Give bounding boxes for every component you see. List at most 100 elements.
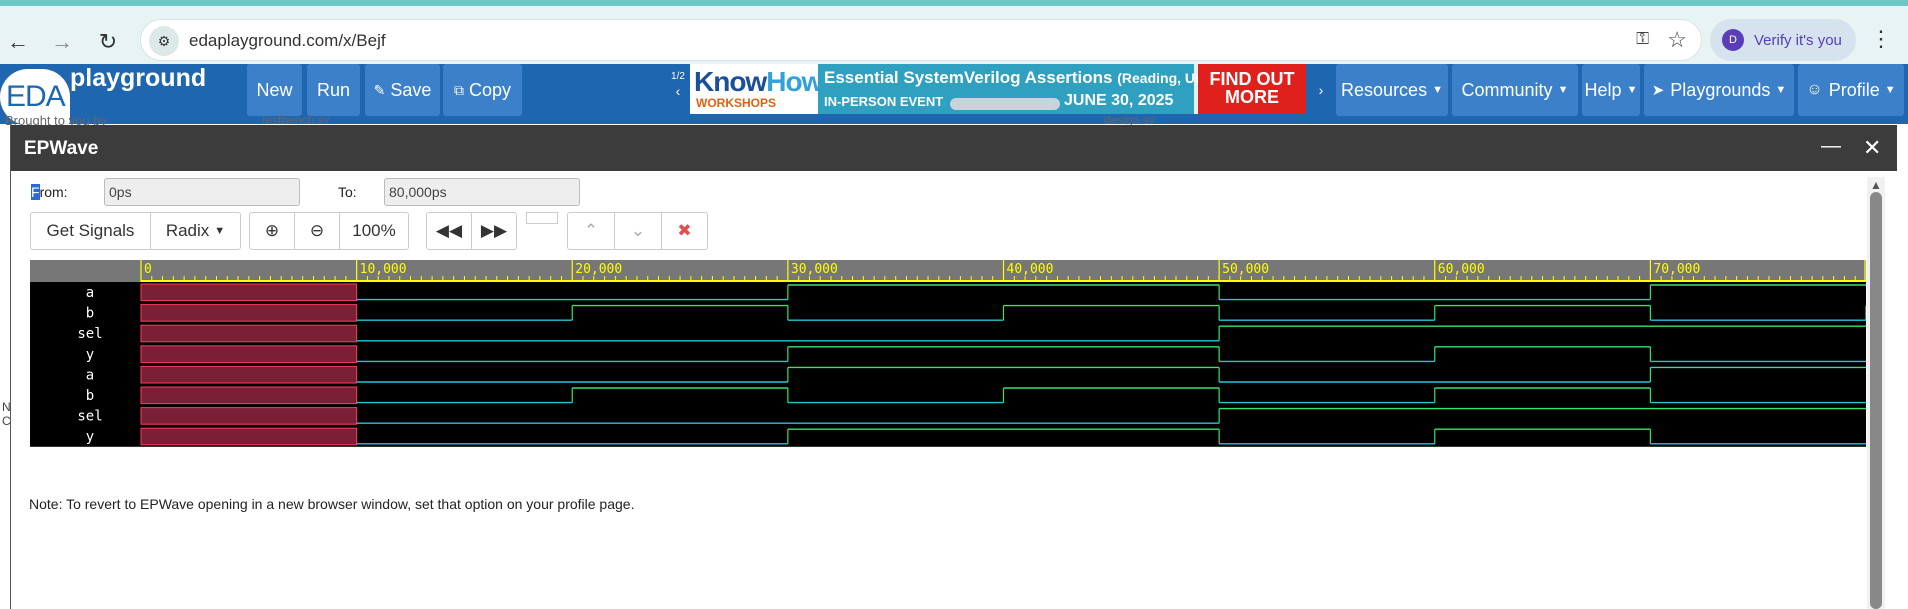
avatar: D xyxy=(1722,29,1744,51)
from-time-input[interactable] xyxy=(104,178,300,206)
new-label: New xyxy=(256,79,293,100)
to-label: To: xyxy=(338,184,357,200)
signal-undefined-region xyxy=(140,365,358,384)
logo-how: How xyxy=(766,66,823,97)
signal-undefined-region xyxy=(140,345,358,363)
signal-undefined-region xyxy=(140,283,358,302)
ruler-tick-label: 50,000 xyxy=(1222,262,1269,277)
signal-undefined-region xyxy=(140,324,358,343)
caret-down-icon: ▼ xyxy=(1626,84,1638,96)
scrollbar-thumb[interactable] xyxy=(1870,192,1882,609)
epwave-header: EPWave — ✕ xyxy=(11,125,1897,171)
verify-profile-button[interactable]: D Verify it's you xyxy=(1710,19,1856,61)
url-text[interactable]: edaplayground.com/x/Bejf xyxy=(189,31,386,51)
banner-carousel-dots[interactable] xyxy=(950,98,1060,110)
verify-label: Verify it's you xyxy=(1754,31,1842,49)
get-signals-button[interactable]: Get Signals xyxy=(30,212,151,250)
save-button[interactable]: ✎ Save xyxy=(365,64,440,116)
back-arrow-icon[interactable]: ← xyxy=(0,24,36,60)
banner-prev-button[interactable]: 1/2 ‹ xyxy=(668,64,688,116)
forward-arrow-icon[interactable]: → xyxy=(44,24,80,60)
ruler-tick-label: 70,000 xyxy=(1653,262,1700,277)
profile-label: Profile xyxy=(1828,79,1880,100)
site-info-icon[interactable]: ⚙ xyxy=(149,26,179,56)
logo-know: Know xyxy=(694,66,767,97)
ruler-tick-label: 30,000 xyxy=(791,262,838,277)
scroll-up-icon[interactable]: ▲ xyxy=(1870,178,1882,192)
ruler-tick-label: 60,000 xyxy=(1438,262,1485,277)
remove-signal-button[interactable]: ✖ xyxy=(661,212,708,250)
browser-menu-icon[interactable]: ⋮ xyxy=(1870,26,1892,52)
run-label: Run xyxy=(316,79,351,100)
reload-icon[interactable]: ↻ xyxy=(90,24,126,60)
signal-name: b xyxy=(86,306,94,322)
caret-down-icon: ▼ xyxy=(1884,84,1896,96)
radix-dropdown[interactable]: Radix ▼ xyxy=(150,212,241,250)
user-circle-icon: ☺ xyxy=(1806,81,1823,98)
resources-menu[interactable]: Resources ▼ xyxy=(1336,64,1448,116)
community-menu[interactable]: Community ▼ xyxy=(1452,64,1578,116)
profile-menu[interactable]: ☺ Profile ▼ xyxy=(1798,64,1904,116)
banner-workshops: WORKSHOPS xyxy=(696,96,777,110)
save-label: Save xyxy=(390,79,432,100)
zoom-out-icon: ⊖ xyxy=(309,221,325,240)
delete-x-icon: ✖ xyxy=(677,221,692,240)
zoom-level-button[interactable]: 100% xyxy=(339,212,409,250)
ruler-tick-label: 10,000 xyxy=(360,262,407,277)
from-label-rest: rom: xyxy=(39,184,68,200)
fast-forward-button[interactable]: ▶▶ xyxy=(471,212,517,250)
to-time-input[interactable] xyxy=(384,178,580,206)
playgrounds-menu[interactable]: ➤ Playgrounds ▼ xyxy=(1644,64,1794,116)
playgrounds-label: Playgrounds xyxy=(1670,79,1771,100)
signal-undefined-region xyxy=(140,304,358,322)
ruler-tick-label: 0 xyxy=(144,262,152,277)
banner-title: Essential SystemVerilog Assertions (Read… xyxy=(824,68,1210,88)
promo-banner[interactable]: KnowHow WORKSHOPS Essential SystemVerilo… xyxy=(690,64,1306,114)
zoom-in-button[interactable]: ⊕ xyxy=(249,212,295,250)
banner-counter: 1/2 xyxy=(671,71,685,82)
caret-down-icon: ▼ xyxy=(214,225,226,237)
knowhow-logo: KnowHow xyxy=(694,66,823,98)
signal-name: b xyxy=(86,388,94,404)
bookmark-star-icon[interactable]: ☆ xyxy=(1667,27,1687,53)
zoom-out-button[interactable]: ⊖ xyxy=(294,212,340,250)
chevron-right-icon[interactable]: › xyxy=(1310,64,1332,116)
rewind-button[interactable]: ◀◀ xyxy=(426,212,472,250)
run-button[interactable]: Run xyxy=(307,64,360,116)
ruler-tick-label: 20,000 xyxy=(575,262,622,277)
ruler-tick-label: 40,000 xyxy=(1007,262,1054,277)
waveform-viewer[interactable]: 0 10,000 20,000 30,000 40,000 50,000 60,000 70,… xyxy=(30,260,1866,485)
banner-title-main: Essential SystemVerilog Assertions xyxy=(824,68,1113,87)
zoom-level-label: 100% xyxy=(352,221,396,240)
radix-label: Radix xyxy=(165,221,210,240)
empty-button[interactable] xyxy=(526,212,558,224)
rewind-icon: ◀◀ xyxy=(435,221,463,240)
address-bar[interactable]: ⚙ edaplayground.com/x/Bejf ⚿ ☆ xyxy=(140,19,1702,61)
epwave-note: Note: To revert to EPWave opening in a n… xyxy=(29,496,635,512)
help-menu[interactable]: Help ▼ xyxy=(1582,64,1640,116)
copy-button[interactable]: ⧉ Copy xyxy=(443,64,522,116)
banner-date: JUNE 30, 2025 xyxy=(1064,92,1174,109)
move-down-button[interactable]: ⌄ xyxy=(614,212,662,250)
resources-label: Resources xyxy=(1341,79,1428,100)
banner-event: IN-PERSON EVENT xyxy=(824,94,944,109)
find-out-more-button[interactable]: FIND OUT MORE xyxy=(1198,64,1306,114)
signal-undefined-region xyxy=(140,407,358,425)
banner-info: Essential SystemVerilog Assertions (Read… xyxy=(818,64,1210,114)
password-key-icon[interactable]: ⚿ xyxy=(1636,29,1649,49)
close-icon[interactable]: ✕ xyxy=(1863,135,1881,161)
caret-down-icon: ▼ xyxy=(1432,84,1443,96)
minimize-icon[interactable]: — xyxy=(1821,135,1841,158)
move-up-button[interactable]: ⌃ xyxy=(567,212,615,250)
copy-label: Copy xyxy=(468,79,512,100)
copy-icon: ⧉ xyxy=(453,81,464,98)
cta-line-1: FIND OUT xyxy=(1209,69,1295,89)
chevron-down-icon: ⌄ xyxy=(630,221,646,240)
new-button[interactable]: New xyxy=(247,64,302,116)
from-label-first: F xyxy=(31,184,40,200)
logo-playground-text[interactable]: playground xyxy=(70,64,206,93)
chevron-left-icon: ‹ xyxy=(675,83,681,99)
from-label: From: xyxy=(31,184,68,200)
fast-forward-icon: ▶▶ xyxy=(480,221,508,240)
signal-undefined-region xyxy=(140,386,358,405)
